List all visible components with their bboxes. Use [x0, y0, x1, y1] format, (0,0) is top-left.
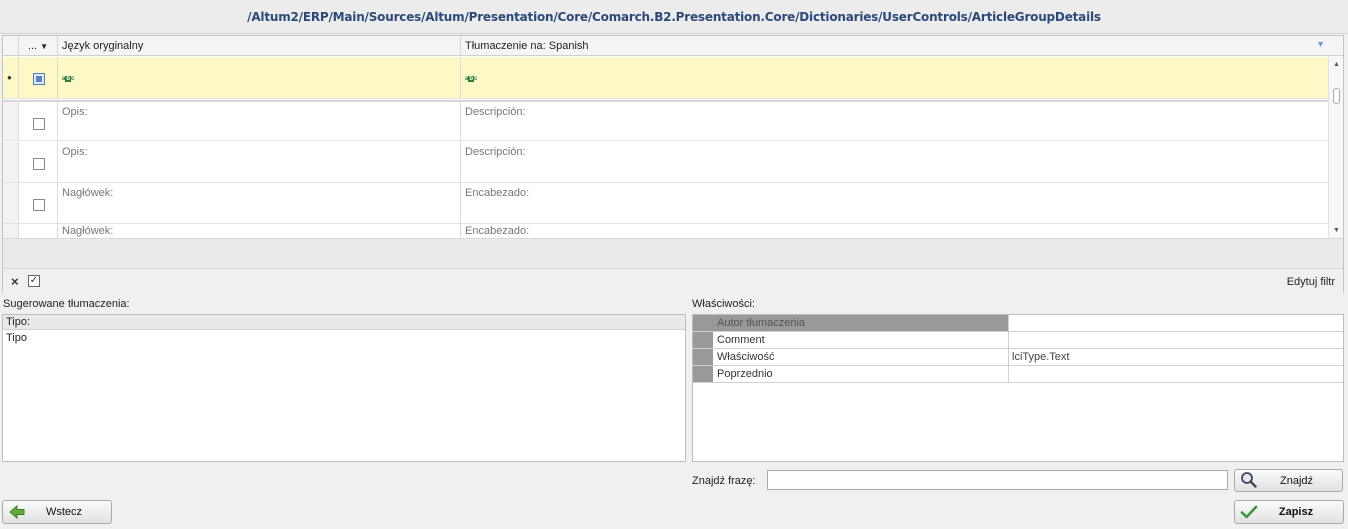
original-cell[interactable]: Nagłówek:: [58, 224, 461, 238]
row-checkbox[interactable]: [33, 158, 45, 170]
filter-checkbox[interactable]: [33, 73, 45, 85]
original-cell[interactable]: Opis:: [58, 102, 461, 140]
filter-panel: × ✓ Edytuj filtr: [3, 268, 1343, 293]
clear-filter-icon[interactable]: ×: [11, 274, 19, 289]
suggested-translations-list[interactable]: Tipo: Tipo: [2, 314, 686, 462]
text-filter-icon: abc: [62, 76, 75, 82]
suggested-header: Tipo:: [3, 315, 685, 330]
table-row[interactable]: Opis: Descripción:: [3, 142, 1329, 183]
save-button[interactable]: Zapisz: [1234, 500, 1344, 524]
translation-cell[interactable]: Descripción:: [461, 102, 1329, 140]
scroll-down-icon[interactable]: ▼: [1329, 227, 1344, 234]
column-translation[interactable]: Tłumaczenie na: Spanish: [461, 36, 1329, 56]
original-cell[interactable]: Nagłówek:: [58, 183, 461, 223]
filter-translation-cell[interactable]: abc: [461, 57, 1329, 98]
scroll-up-icon[interactable]: ▲: [1329, 61, 1344, 68]
table-row[interactable]: Opis: Descripción:: [3, 100, 1329, 141]
header-indicator: [3, 36, 19, 56]
original-cell[interactable]: Opis:: [58, 142, 461, 182]
enable-filter-checkbox[interactable]: ✓: [28, 275, 40, 287]
text-filter-icon: abc: [465, 76, 478, 82]
key-icon: ●: [7, 73, 12, 82]
path-bar: /Altum2/ERP/Main/Sources/Altum/Presentat…: [0, 0, 1348, 34]
find-phrase-label: Znajdź frazę:: [692, 475, 756, 487]
vertical-scrollbar[interactable]: ▲ ▼: [1328, 56, 1343, 238]
property-name: Comment: [713, 332, 1009, 348]
list-item[interactable]: Tipo: [3, 330, 685, 346]
property-value[interactable]: [1009, 332, 1343, 348]
property-name: Właściwość: [713, 349, 1009, 365]
chevron-down-icon: ▼: [40, 42, 49, 51]
auto-filter-row[interactable]: ● abc abc: [3, 57, 1329, 99]
scroll-thumb[interactable]: [1333, 88, 1340, 104]
grid-empty-area: [3, 238, 1343, 268]
row-checkbox[interactable]: [33, 118, 45, 130]
find-button[interactable]: Znajdź: [1234, 469, 1343, 492]
column-chooser-button[interactable]: ... ▼: [19, 36, 58, 56]
save-button-label: Zapisz: [1278, 506, 1314, 518]
back-button[interactable]: Wstecz: [2, 500, 112, 524]
table-row[interactable]: Nagłówek: Encabezado:: [3, 224, 1329, 238]
property-value[interactable]: [1009, 315, 1343, 331]
translation-cell[interactable]: Encabezado:: [461, 183, 1329, 223]
property-name: Autor tłumaczenia: [713, 315, 1009, 331]
column-original-language[interactable]: Język oryginalny: [58, 36, 461, 56]
property-name: Poprzednio: [713, 366, 1009, 382]
row-checkbox[interactable]: [33, 199, 45, 211]
find-phrase-input[interactable]: [767, 470, 1228, 490]
property-row[interactable]: Poprzednio: [693, 366, 1343, 383]
translation-cell[interactable]: Encabezado:: [461, 224, 1329, 238]
grid-header: ... ▼ Język oryginalny Tłumaczenie na: S…: [3, 36, 1343, 56]
table-row[interactable]: Nagłówek: Encabezado:: [3, 183, 1329, 224]
property-value[interactable]: [1009, 366, 1343, 382]
edit-filter-link[interactable]: Edytuj filtr: [1287, 276, 1335, 288]
suggested-label: Sugerowane tłumaczenia:: [3, 298, 130, 310]
find-button-label: Znajdź: [1279, 474, 1314, 487]
property-row[interactable]: Comment: [693, 332, 1343, 349]
back-button-label: Wstecz: [45, 506, 83, 518]
properties-grid[interactable]: Autor tłumaczenia Comment Właściwość lci…: [692, 314, 1344, 462]
property-value[interactable]: lciType.Text: [1009, 349, 1343, 365]
translation-grid[interactable]: ... ▼ Język oryginalny Tłumaczenie na: S…: [2, 35, 1344, 293]
translation-cell[interactable]: Descripción:: [461, 142, 1329, 182]
property-row[interactable]: Właściwość lciType.Text: [693, 349, 1343, 366]
filter-original-cell[interactable]: abc: [58, 57, 461, 98]
filter-icon[interactable]: ▼: [1316, 39, 1325, 49]
path-title: /Altum2/ERP/Main/Sources/Altum/Presentat…: [247, 9, 1101, 24]
row-indicator: ●: [3, 57, 19, 98]
property-row[interactable]: Autor tłumaczenia: [693, 315, 1343, 332]
properties-label: Właściwości:: [692, 298, 755, 310]
